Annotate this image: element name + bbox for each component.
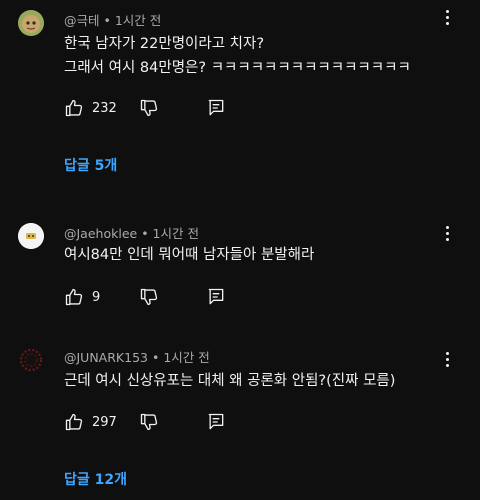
reply-button[interactable] — [206, 411, 226, 433]
timestamp[interactable]: 1시간 전 — [153, 226, 199, 241]
like-count: 9 — [92, 289, 101, 305]
comment-line: 한국 남자가 22만명이라고 치자? — [64, 36, 265, 52]
comment-line: 그래서 여시 84만명은? ㅋㅋㅋㅋㅋㅋㅋㅋㅋㅋㅋㅋㅋㅋㅋ — [64, 60, 411, 76]
dislike-button[interactable] — [139, 97, 159, 119]
thumbs-down-icon — [140, 413, 158, 431]
comment-actions: 232 — [64, 97, 284, 119]
view-replies-button[interactable]: 답글 12개 — [64, 469, 127, 489]
like-button[interactable]: 9 — [64, 286, 100, 308]
dislike-button[interactable] — [139, 286, 159, 308]
comment-meta: @극테 • 1시간 전 — [64, 10, 161, 29]
thumbs-up-icon — [65, 413, 83, 431]
comment-text: 한국 남자가 22만명이라고 치자? 그래서 여시 84만명은? ㅋㅋㅋㅋㅋㅋㅋ… — [64, 32, 444, 80]
comment-meta: @JUNARK153 • 1시간 전 — [64, 347, 210, 366]
reply-icon — [208, 413, 224, 430]
dislike-button[interactable] — [139, 411, 159, 433]
meta-separator: • — [151, 350, 160, 365]
more-vert-icon[interactable] — [442, 10, 452, 28]
avatar[interactable] — [18, 10, 44, 36]
author-name[interactable]: @JUNARK153 — [64, 350, 148, 365]
avatar[interactable] — [18, 347, 44, 373]
comment-text: 여시84만 인데 뭐어때 남자들아 분발해라 — [64, 243, 444, 267]
author-name[interactable]: @극테 — [64, 13, 100, 28]
meta-separator: • — [141, 226, 149, 241]
like-count: 297 — [92, 414, 117, 430]
comment-actions: 9 — [64, 286, 284, 308]
thumbs-up-icon — [65, 99, 83, 117]
reply-button[interactable] — [206, 97, 226, 119]
like-button[interactable]: 232 — [64, 97, 117, 119]
meta-separator: • — [103, 13, 111, 28]
timestamp[interactable]: 1시간 전 — [163, 350, 209, 365]
comment-actions: 297 — [64, 411, 284, 433]
thumbs-down-icon — [140, 99, 158, 117]
comment-text: 근데 여시 신상유포는 대체 왜 공론화 안됨?(진짜 모름) — [64, 369, 444, 393]
comment-meta: @Jaehoklee • 1시간 전 — [64, 223, 199, 242]
reply-button[interactable] — [206, 286, 226, 308]
like-button[interactable]: 297 — [64, 411, 117, 433]
timestamp[interactable]: 1시간 전 — [115, 13, 161, 28]
thumbs-up-icon — [65, 288, 83, 306]
reply-icon — [208, 99, 224, 116]
comment-line: 근데 여시 신상유포는 대체 왜 공론화 안됨?(진짜 모름) — [64, 373, 396, 389]
more-vert-icon[interactable] — [442, 226, 452, 244]
thumbs-down-icon — [140, 288, 158, 306]
author-name[interactable]: @Jaehoklee — [64, 226, 137, 241]
avatar[interactable] — [18, 223, 44, 249]
view-replies-button[interactable]: 답글 5개 — [64, 155, 117, 175]
reply-icon — [208, 288, 224, 305]
comment-line: 여시84만 인데 뭐어때 남자들아 분발해라 — [64, 247, 315, 263]
more-vert-icon[interactable] — [442, 352, 452, 370]
like-count: 232 — [92, 100, 117, 116]
